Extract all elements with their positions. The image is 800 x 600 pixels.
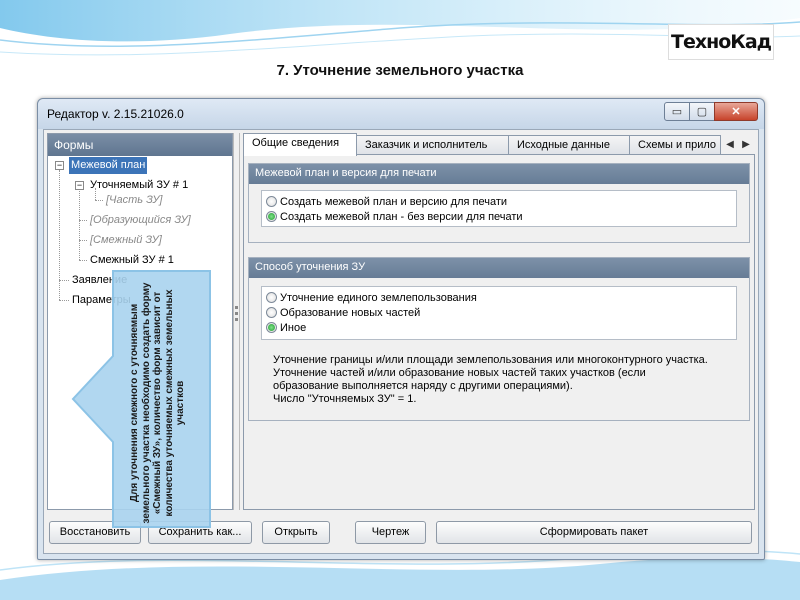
- window-titlebar[interactable]: Редактор v. 2.15.21026.0 ▭ ▢ ✕: [38, 99, 764, 129]
- radio-label: Иное: [280, 321, 307, 334]
- description-line: образование выполняется наряду с другими…: [273, 380, 573, 392]
- tree-line: [95, 200, 103, 201]
- close-button[interactable]: ✕: [714, 102, 758, 121]
- radio-label: Создать межевой план - без версии для пе…: [280, 210, 523, 223]
- print-version-group: Межевой план и версия для печати Создать…: [248, 163, 750, 243]
- tab-page-general-info: Межевой план и версия для печати Создать…: [243, 154, 755, 510]
- description-line: Уточнение границы и/или площади землепол…: [273, 354, 708, 366]
- tree-line: [59, 300, 69, 301]
- description-line: Число "Уточняемых ЗУ" = 1.: [273, 393, 417, 405]
- slide-title: 7. Уточнение земельного участка: [276, 62, 524, 79]
- method-group: Способ уточнения ЗУ Уточнение единого зе…: [248, 257, 750, 421]
- tree-collapse-icon[interactable]: −: [55, 161, 64, 170]
- method-group-header: Способ уточнения ЗУ: [249, 258, 749, 278]
- method-options: Уточнение единого землепользования Образ…: [261, 286, 737, 340]
- splitter-grip-icon: [235, 312, 238, 315]
- tab-source-data[interactable]: Исходные данные: [508, 135, 630, 155]
- method-description: Уточнение границы и/или площади землепол…: [273, 354, 743, 406]
- print-version-options: Создать межевой план и версию для печати…: [261, 190, 737, 227]
- generate-package-button[interactable]: Сформировать пакет: [436, 521, 752, 544]
- radio-single-land-use[interactable]: Уточнение единого землепользования: [266, 290, 477, 305]
- forms-panel-header: Формы: [48, 134, 232, 156]
- tree-collapse-icon[interactable]: −: [75, 181, 84, 190]
- radio-off-icon: [266, 196, 277, 207]
- tree-node-smezhny-zu-template[interactable]: [Смежный ЗУ]: [88, 232, 164, 249]
- radio-plan-with-print[interactable]: Создать межевой план и версию для печати: [266, 194, 507, 209]
- splitter-grip-icon: [235, 306, 238, 309]
- radio-other[interactable]: Иное: [266, 320, 306, 335]
- minimize-button[interactable]: ▭: [664, 102, 690, 121]
- open-button[interactable]: Открыть: [262, 521, 330, 544]
- callout-text: Для уточнения смежного с уточняемым земе…: [129, 282, 187, 524]
- tree-line: [79, 240, 87, 241]
- technokad-logo: ТехноКад: [668, 24, 774, 60]
- tab-customer-contractor[interactable]: Заказчик и исполнитель: [356, 135, 509, 155]
- tree-node-mezhevoy-plan[interactable]: Межевой план: [69, 157, 148, 174]
- radio-off-icon: [266, 292, 277, 303]
- tree-node-chast-zu[interactable]: [Часть ЗУ]: [104, 192, 164, 209]
- radio-label: Уточнение единого землепользования: [280, 291, 477, 304]
- tree-node-smezhny-zu-1[interactable]: Смежный ЗУ # 1: [88, 252, 176, 269]
- print-version-group-header: Межевой план и версия для печати: [249, 164, 749, 184]
- radio-label: Создать межевой план и версию для печати: [280, 195, 508, 208]
- radio-new-parts[interactable]: Образование новых частей: [266, 305, 420, 320]
- tab-strip: Общие сведения Заказчик и исполнитель Ис…: [243, 133, 755, 156]
- radio-label: Образование новых частей: [280, 306, 421, 319]
- radio-on-icon: [266, 322, 277, 333]
- tab-general-info[interactable]: Общие сведения: [243, 133, 357, 156]
- tree-node-obrazuyushchiysya-zu[interactable]: [Образующийся ЗУ]: [88, 212, 193, 229]
- tab-scroll-left-icon[interactable]: ◀: [723, 137, 737, 153]
- slide: ТехноКад 7. Уточнение земельного участка…: [0, 0, 800, 600]
- window-title: Редактор v. 2.15.21026.0: [47, 107, 184, 121]
- splitter-grip-icon: [235, 318, 238, 321]
- tree-line: [79, 189, 80, 260]
- tree-line: [79, 220, 87, 221]
- maximize-button[interactable]: ▢: [689, 102, 715, 121]
- radio-on-icon: [266, 211, 277, 222]
- drawing-button[interactable]: Чертеж: [355, 521, 426, 544]
- panel-splitter[interactable]: [233, 133, 240, 510]
- radio-off-icon: [266, 307, 277, 318]
- description-line: Уточнение частей и/или образование новых…: [273, 367, 646, 379]
- radio-plan-without-print[interactable]: Создать межевой план - без версии для пе…: [266, 209, 523, 224]
- tree-line: [79, 260, 87, 261]
- tab-schemes[interactable]: Схемы и прило: [629, 135, 721, 155]
- window-controls: ▭ ▢ ✕: [664, 102, 758, 121]
- logo-text: ТехноКад: [671, 31, 772, 53]
- tree-line: [59, 280, 69, 281]
- tab-scroll-right-icon[interactable]: ▶: [739, 137, 753, 153]
